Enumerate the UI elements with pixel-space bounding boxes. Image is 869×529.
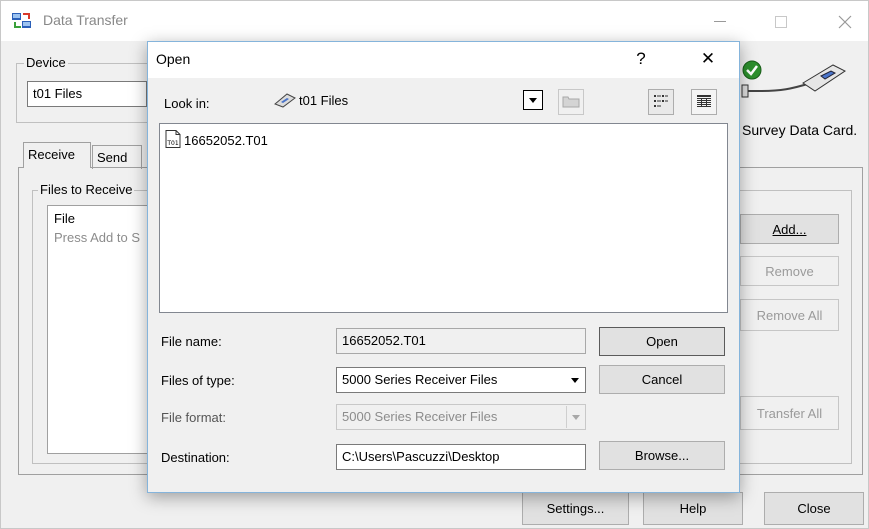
cancel-button[interactable]: Cancel (599, 365, 725, 394)
remove-all-button-label: Remove All (756, 307, 823, 323)
files-to-receive-label: Files to Receive (38, 182, 135, 197)
destination-label: Destination: (161, 450, 230, 465)
destination-value: C:\Users\Pascuzzi\Desktop (342, 449, 500, 464)
device-field[interactable]: t01 Files (27, 81, 147, 107)
files-of-type-dropdown-icon[interactable] (566, 369, 584, 391)
file-name-label: File name: (161, 334, 222, 349)
file-format-dropdown-icon[interactable] (566, 406, 584, 428)
help-glyph: ? (636, 49, 646, 68)
file-icon-text: T01 (166, 140, 178, 147)
remove-button[interactable]: Remove (740, 256, 839, 286)
destination-field[interactable]: C:\Users\Pascuzzi\Desktop (336, 444, 586, 470)
list-header-file: File (54, 211, 75, 226)
open-button[interactable]: Open (599, 327, 725, 356)
up-folder-button[interactable] (558, 89, 584, 115)
files-of-type-label: Files of type: (161, 373, 235, 388)
open-dialog: Open ? ✕ Look in: t01 Files T01 16652052… (147, 41, 740, 493)
file-item[interactable]: T01 16652052.T01 (165, 130, 268, 151)
list-view-icon (653, 94, 669, 111)
files-of-type-select[interactable]: 5000 Series Receiver Files (336, 367, 586, 393)
open-button-label: Open (646, 334, 678, 349)
t01-file-icon: T01 (165, 130, 181, 151)
open-dialog-titlebar: Open ? ✕ (148, 42, 739, 78)
details-view-button[interactable] (691, 89, 717, 115)
dialog-help-button[interactable]: ? (621, 44, 661, 74)
cancel-button-label: Cancel (641, 372, 683, 387)
add-button-label: Add... (772, 221, 807, 237)
add-button[interactable]: Add... (740, 214, 839, 244)
look-in-dropdown-icon[interactable] (523, 90, 543, 110)
data-transfer-app-icon (11, 11, 33, 31)
tab-send[interactable]: Send (92, 145, 142, 169)
transfer-all-button-label: Transfer All (756, 405, 823, 421)
look-in-label: Look in: (164, 96, 210, 111)
close-button-label: Close (797, 501, 831, 516)
browse-button-label: Browse... (634, 448, 690, 463)
file-name-item: 16652052.T01 (184, 133, 268, 148)
open-dialog-title: Open (156, 51, 191, 67)
list-view-button[interactable] (648, 89, 674, 115)
files-of-type-value: 5000 Series Receiver Files (342, 372, 498, 387)
file-format-label: File format: (161, 410, 227, 425)
device-group-label: Device (24, 55, 68, 70)
file-name-input[interactable]: 16652052.T01 (336, 328, 586, 354)
dialog-close-button[interactable]: ✕ (688, 44, 728, 74)
tab-send-label: Send (97, 150, 128, 165)
file-format-value: 5000 Series Receiver Files (342, 409, 498, 424)
maximize-button[interactable] (758, 7, 804, 37)
data-card-icon (741, 61, 851, 104)
close-glyph: ✕ (700, 49, 716, 68)
details-view-icon (696, 94, 712, 111)
remove-all-button[interactable]: Remove All (740, 299, 839, 331)
settings-button-label: Settings... (546, 501, 605, 516)
card-status-text: Survey Data Card. (742, 122, 858, 138)
settings-button[interactable]: Settings... (522, 492, 629, 525)
device-value: t01 Files (33, 86, 83, 101)
minimize-button[interactable] (697, 7, 743, 37)
browse-button[interactable]: Browse... (599, 441, 725, 470)
file-format-select[interactable]: 5000 Series Receiver Files (336, 404, 586, 430)
up-folder-icon (562, 94, 580, 111)
file-name-value: 16652052.T01 (342, 333, 426, 348)
tab-receive-label: Receive (28, 147, 75, 162)
window-close-button[interactable] (822, 7, 868, 37)
tab-receive[interactable]: Receive (23, 142, 91, 168)
transfer-all-button[interactable]: Transfer All (740, 396, 839, 430)
list-hint-text: Press Add to S (54, 230, 140, 245)
look-in-combo[interactable]: t01 Files (268, 87, 544, 113)
close-button[interactable]: Close (764, 492, 864, 525)
file-browser-list[interactable]: T01 16652052.T01 (159, 123, 728, 313)
look-in-value: t01 Files (299, 93, 349, 108)
remove-button-label: Remove (765, 263, 814, 279)
help-button-label: Help (679, 501, 707, 516)
drive-icon (273, 92, 297, 111)
main-titlebar: Data Transfer (1, 1, 868, 41)
main-window-title: Data Transfer (43, 12, 128, 28)
help-button[interactable]: Help (643, 492, 743, 525)
